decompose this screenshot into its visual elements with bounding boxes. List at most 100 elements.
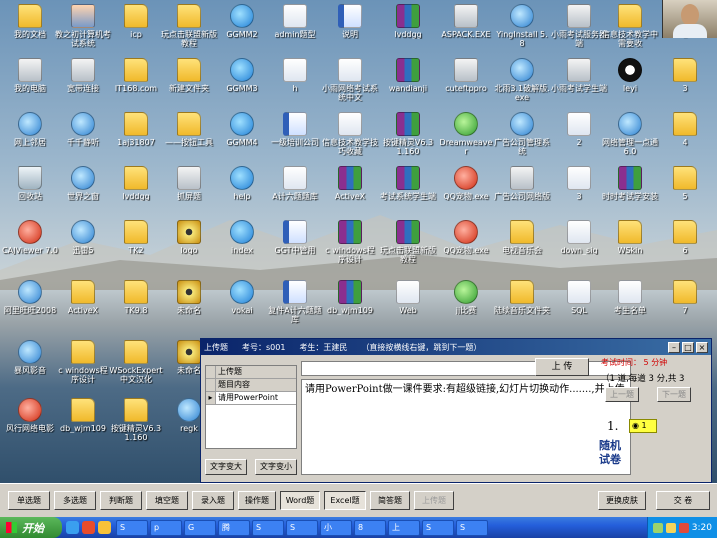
desktop-icon[interactable]: 千千静听 — [53, 110, 113, 165]
desktop-icon[interactable]: 宽带连接 — [53, 56, 113, 111]
desktop-icon[interactable]: 北雨3.1破解版.exe — [492, 56, 552, 111]
table-row[interactable]: ▸ 请用PowerPoint — [206, 392, 296, 405]
change-skin-button[interactable]: 更换皮肤 — [598, 491, 646, 510]
question-type-button[interactable]: 简答题 — [370, 491, 410, 510]
desktop-icon[interactable]: c windows程序设计 — [53, 338, 113, 393]
desktop-icon[interactable]: 回收站 — [0, 164, 60, 219]
volume-tray-icon[interactable] — [665, 522, 676, 533]
desktop-icon[interactable]: 我的电脑 — [0, 56, 60, 111]
desktop-icon[interactable]: 一级培训公司 — [265, 110, 325, 165]
desktop-icon[interactable]: h — [265, 56, 325, 111]
desktop-icon[interactable]: db_wjm109 — [53, 396, 113, 451]
desktop-icon[interactable]: 时时考试学安装 — [600, 164, 660, 219]
question-type-button[interactable]: 操作题 — [238, 491, 276, 510]
desktop-icon[interactable]: 考试系统学生端 — [378, 164, 438, 219]
question-type-button[interactable]: 判断题 — [100, 491, 142, 510]
desktop-icon[interactable]: TK9.8 — [106, 278, 166, 333]
question-type-button[interactable]: Excel题 — [324, 491, 366, 510]
desktop-icon[interactable]: 玩点击联盟新版教程 — [159, 2, 219, 57]
security-tray-icon[interactable] — [678, 522, 689, 533]
question-type-button[interactable]: Word题 — [280, 491, 320, 510]
taskbar-task[interactable]: G — [184, 519, 216, 536]
desktop-icon[interactable]: db_wjm109 — [320, 278, 380, 333]
desktop-icon[interactable]: 网络管理一点通6.0 — [600, 110, 660, 165]
minimize-button[interactable]: – — [668, 341, 680, 353]
question-grid[interactable]: 上传题 题目内容 ▸ 请用PowerPoint — [205, 365, 297, 449]
desktop-icon[interactable]: ASPACK.EXE — [436, 2, 496, 57]
answer-radio[interactable]: ◉ 1 — [629, 419, 657, 433]
taskbar-task[interactable]: S — [456, 519, 488, 536]
desktop-icon[interactable]: 按键精灵V6.31.160 — [378, 110, 438, 165]
desktop-icon[interactable]: CAJViewer 7.0 — [0, 218, 60, 273]
desktop-icon[interactable]: 教之初计算机考试系统 — [53, 2, 113, 57]
taskbar-task[interactable]: S — [252, 519, 284, 536]
desktop-icon[interactable]: YingInstall 5.8 — [492, 2, 552, 57]
desktop-icon[interactable]: GGT中管用 — [265, 218, 325, 273]
taskbar-task[interactable]: 腾 — [218, 519, 250, 536]
desktop-icon[interactable]: 1aj31807 — [106, 110, 166, 165]
start-button[interactable]: 开始 — [0, 517, 62, 538]
desktop-icon[interactable]: 迅雷5 — [53, 218, 113, 273]
desktop-icon[interactable]: Dreamweaver — [436, 110, 496, 165]
desktop-icon[interactable]: IT168.com — [106, 56, 166, 111]
desktop-icon[interactable]: 抓屏题 — [159, 164, 219, 219]
question-type-button[interactable]: 多选题 — [54, 491, 96, 510]
desktop-icon[interactable]: 说明 — [320, 2, 380, 57]
desktop-icon[interactable]: GGMM2 — [212, 2, 272, 57]
taskbar-task[interactable]: S — [286, 519, 318, 536]
close-button[interactable]: × — [696, 341, 708, 353]
question-type-button[interactable]: 录入题 — [192, 491, 234, 510]
taskbar-task[interactable]: S — [422, 519, 454, 536]
desktop-icon[interactable]: index — [212, 218, 272, 273]
desktop-icon[interactable]: 按键精灵V6.31.160 — [106, 396, 166, 451]
desktop-icon[interactable]: QQ宠物.exe — [436, 218, 496, 273]
desktop-icon[interactable]: ——按钮工具 — [159, 110, 219, 165]
desktop-icon[interactable]: ActiveX — [53, 278, 113, 333]
qq-icon[interactable] — [98, 521, 111, 534]
media-icon[interactable] — [82, 521, 95, 534]
desktop-icon[interactable]: 5 — [655, 164, 715, 219]
desktop-icon[interactable]: 我的文档 — [0, 2, 60, 57]
desktop-icon[interactable]: 暴风影音 — [0, 338, 60, 393]
desktop-icon[interactable]: 广告公司网络版 — [492, 164, 552, 219]
desktop-icon[interactable]: jj比赛 — [436, 278, 496, 333]
desktop-icon[interactable]: 风行网络电影 — [0, 396, 60, 451]
desktop-icon[interactable]: admin题型 — [265, 2, 325, 57]
network-tray-icon[interactable] — [652, 522, 663, 533]
desktop-icon[interactable]: 小雨网络考试系统中文 — [320, 56, 380, 111]
desktop-icon[interactable]: 网上邻居 — [0, 110, 60, 165]
desktop-icon[interactable]: TK2 — [106, 218, 166, 273]
desktop-icon[interactable]: vokai — [212, 278, 272, 333]
desktop-icon[interactable]: 信息技术教学技巧收藏 — [320, 110, 380, 165]
desktop-icon[interactable]: 信息技术教学中需要收 — [600, 2, 660, 57]
desktop-icon[interactable]: leyi — [600, 56, 660, 111]
desktop-icon[interactable]: 广告公司管理系统 — [492, 110, 552, 165]
desktop-icon[interactable]: wandianji — [378, 56, 438, 111]
question-type-button[interactable]: 单选题 — [8, 491, 50, 510]
desktop-icon[interactable]: ActiveX — [320, 164, 380, 219]
desktop-icon[interactable]: A计六题题库 — [265, 164, 325, 219]
desktop-icon[interactable]: 新建文件夹 — [159, 56, 219, 111]
maximize-button[interactable]: □ — [682, 341, 694, 353]
desktop-icon[interactable]: logo — [159, 218, 219, 273]
desktop-icon[interactable]: help — [212, 164, 272, 219]
desktop-icon[interactable]: GGMM4 — [212, 110, 272, 165]
desktop-icon[interactable]: 7 — [655, 278, 715, 333]
font-bigger-button[interactable]: 文字变大 — [205, 459, 247, 475]
desktop-icon[interactable]: 电视音乐会 — [492, 218, 552, 273]
desktop-icon[interactable]: lvddgg — [378, 2, 438, 57]
desktop-icon[interactable]: Web — [378, 278, 438, 333]
desktop-icon[interactable]: 阿里旺旺2008 — [0, 278, 60, 333]
desktop-icon[interactable]: icp — [106, 2, 166, 57]
desktop-icon[interactable]: 玩点击联盟新版教程 — [378, 218, 438, 273]
desktop-icon[interactable]: QQ宠物.exe — [436, 164, 496, 219]
question-type-button[interactable]: 上传题 — [414, 491, 454, 510]
font-smaller-button[interactable]: 文字变小 — [255, 459, 297, 475]
desktop-icon[interactable]: WSockExpert中文汉化 — [106, 338, 166, 393]
desktop-icon[interactable]: lvddgg — [106, 164, 166, 219]
taskbar-task[interactable]: 8 — [354, 519, 386, 536]
desktop-icon[interactable]: GGMM3 — [212, 56, 272, 111]
desktop-icon[interactable]: 世界之窗 — [53, 164, 113, 219]
desktop-icon[interactable]: 复件A计六题题库 — [265, 278, 325, 333]
desktop-icon[interactable]: 6 — [655, 218, 715, 273]
